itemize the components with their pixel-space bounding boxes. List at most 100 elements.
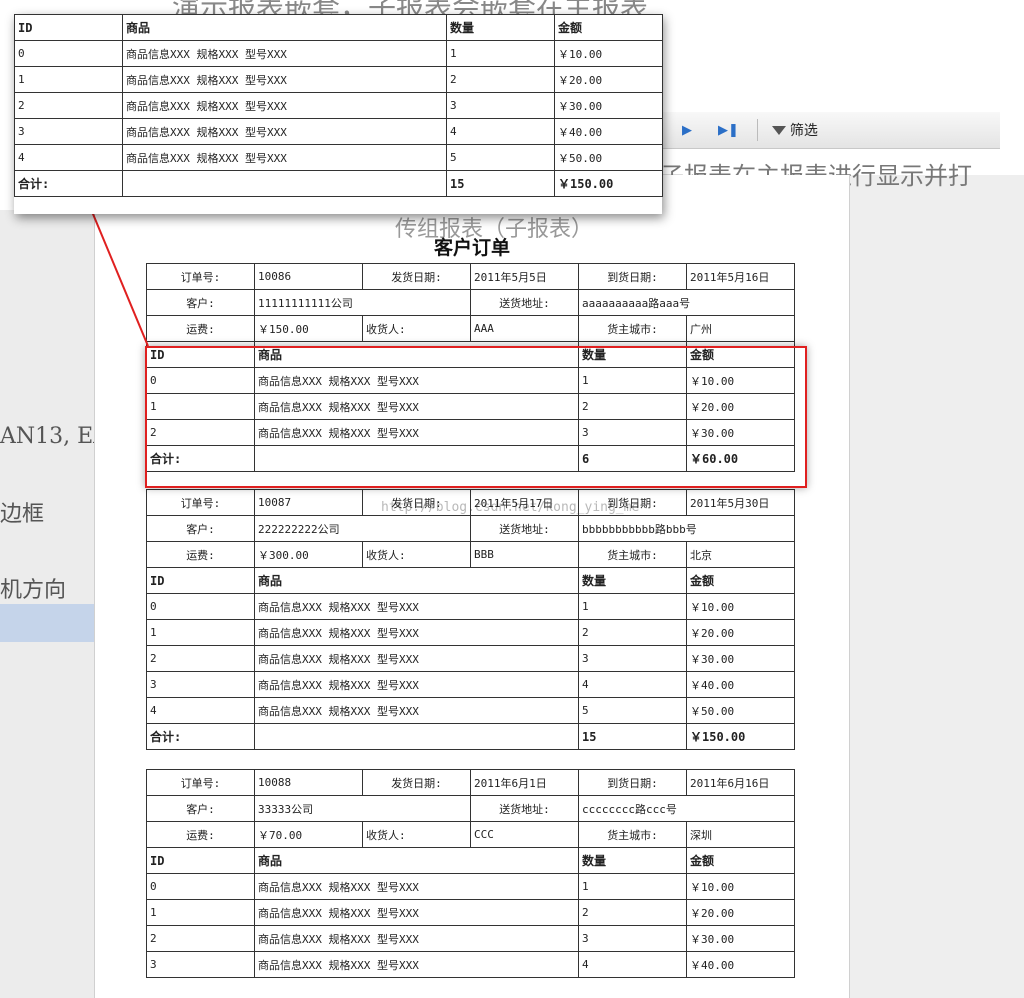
- col-id: ID: [146, 567, 255, 594]
- freight-value: ￥70.00: [254, 821, 363, 848]
- address-value: cccccccc路ccc号: [578, 795, 795, 822]
- item-qty: 2: [578, 899, 687, 926]
- item-id: 0: [146, 873, 255, 900]
- address-label: 送货地址:: [470, 289, 579, 316]
- item-amount: ￥30.00: [554, 92, 663, 119]
- item-amount: ￥50.00: [686, 697, 795, 724]
- item-amount: ￥10.00: [686, 873, 795, 900]
- item-id: 1: [146, 619, 255, 646]
- item-amount: ￥20.00: [686, 899, 795, 926]
- arrive-date-value: 2011年6月16日: [686, 769, 795, 796]
- item-row: 3 商品信息XXX 规格XXX 型号XXX 4 ￥40.00: [146, 951, 795, 978]
- next-page-icon[interactable]: ▶: [682, 123, 692, 138]
- customer-value: 33333公司: [254, 795, 471, 822]
- order-info-row: 订单号: 10087 发货日期: 2011年5月17日 到货日期: 2011年5…: [146, 489, 795, 516]
- total-row: 合计: 15 ￥150.00: [146, 723, 795, 750]
- arrive-date-label: 到货日期:: [578, 263, 687, 290]
- customer-label: 客户:: [146, 289, 255, 316]
- item-qty: 5: [446, 144, 555, 171]
- item-id: 0: [146, 593, 255, 620]
- col-id: ID: [14, 14, 123, 41]
- item-row: 2 商品信息XXX 规格XXX 型号XXX 3 ￥30.00: [146, 925, 795, 952]
- total-qty: 15: [578, 723, 687, 750]
- order-table: 订单号: 10088 发货日期: 2011年6月1日 到货日期: 2011年6月…: [146, 769, 795, 978]
- city-value: 北京: [686, 541, 795, 568]
- preview-toolbar: ▶ ▶❚ 筛选: [656, 112, 1000, 149]
- ship-date-value: 2011年5月5日: [470, 263, 579, 290]
- freight-label: 运费:: [146, 541, 255, 568]
- item-id: 2: [146, 925, 255, 952]
- arrive-date-value: 2011年5月16日: [686, 263, 795, 290]
- item-row: 1 商品信息XXX 规格XXX 型号XXX 2 ￥20.00: [146, 619, 795, 646]
- receiver-value: BBB: [470, 541, 579, 568]
- order-no-label: 订单号:: [146, 489, 255, 516]
- item-product: 商品信息XXX 规格XXX 型号XXX: [122, 92, 447, 119]
- col-amount: 金额: [686, 847, 795, 874]
- subreport-callout: ID 商品 数量 金额 0 商品信息XXX 规格XXX 型号XXX 1 ￥10.…: [14, 14, 663, 214]
- item-qty: 1: [578, 593, 687, 620]
- side-label-border: 边框: [0, 502, 45, 527]
- ship-date-label: 发货日期:: [362, 263, 471, 290]
- last-page-icon[interactable]: ▶❚: [718, 123, 739, 138]
- item-product: 商品信息XXX 规格XXX 型号XXX: [254, 671, 579, 698]
- item-row: 4 商品信息XXX 规格XXX 型号XXX 5 ￥50.00: [146, 697, 795, 724]
- side-selected-row[interactable]: [0, 604, 94, 642]
- item-row: 2 商品信息XXX 规格XXX 型号XXX 3 ￥30.00: [14, 92, 663, 119]
- freight-value: ￥300.00: [254, 541, 363, 568]
- address-value: aaaaaaaaaa路aaa号: [578, 289, 795, 316]
- item-amount: ￥20.00: [554, 66, 663, 93]
- receiver-label: 收货人:: [362, 315, 471, 342]
- ship-date-label: 发货日期:: [362, 489, 471, 516]
- subreport-highlight: [145, 346, 807, 488]
- item-product: 商品信息XXX 规格XXX 型号XXX: [122, 144, 447, 171]
- freight-value: ￥150.00: [254, 315, 363, 342]
- item-qty: 3: [446, 92, 555, 119]
- item-qty: 4: [446, 118, 555, 145]
- item-amount: ￥40.00: [686, 951, 795, 978]
- total-label: 合计:: [14, 170, 123, 197]
- item-amount: ￥40.00: [554, 118, 663, 145]
- item-header-row: ID 商品 数量 金额: [14, 14, 663, 41]
- item-header-row: ID 商品 数量 金额: [146, 847, 795, 874]
- address-label: 送货地址:: [470, 515, 579, 542]
- col-product: 商品: [122, 14, 447, 41]
- order-info-row: 运费: ￥70.00 收货人: CCC 货主城市: 深圳: [146, 821, 795, 848]
- item-header-row: ID 商品 数量 金额: [146, 567, 795, 594]
- city-label: 货主城市:: [578, 541, 687, 568]
- arrive-date-label: 到货日期:: [578, 769, 687, 796]
- city-value: 广州: [686, 315, 795, 342]
- address-label: 送货地址:: [470, 795, 579, 822]
- item-row: 3 商品信息XXX 规格XXX 型号XXX 4 ￥40.00: [14, 118, 663, 145]
- item-product: 商品信息XXX 规格XXX 型号XXX: [254, 873, 579, 900]
- total-spacer: [122, 170, 447, 197]
- order-info-row: 客户: 222222222公司 送货地址: bbbbbbbbbbb路bbb号: [146, 515, 795, 542]
- item-row: 0 商品信息XXX 规格XXX 型号XXX 1 ￥10.00: [146, 873, 795, 900]
- item-amount: ￥20.00: [686, 619, 795, 646]
- customer-value: 11111111111公司: [254, 289, 471, 316]
- item-qty: 4: [578, 951, 687, 978]
- report-title: 客户订单: [433, 237, 510, 259]
- order-no-value: 10086: [254, 263, 363, 290]
- item-row: 4 商品信息XXX 规格XXX 型号XXX 5 ￥50.00: [14, 144, 663, 171]
- item-qty: 2: [578, 619, 687, 646]
- item-id: 3: [14, 118, 123, 145]
- filter-button[interactable]: 筛选: [771, 120, 818, 140]
- receiver-value: CCC: [470, 821, 579, 848]
- item-qty: 5: [578, 697, 687, 724]
- item-id: 4: [146, 697, 255, 724]
- freight-label: 运费:: [146, 821, 255, 848]
- order-no-label: 订单号:: [146, 263, 255, 290]
- total-label: 合计:: [146, 723, 255, 750]
- item-id: 2: [146, 645, 255, 672]
- total-amount: ￥150.00: [686, 723, 795, 750]
- city-value: 深圳: [686, 821, 795, 848]
- item-product: 商品信息XXX 规格XXX 型号XXX: [122, 118, 447, 145]
- total-qty: 15: [446, 170, 555, 197]
- item-amount: ￥10.00: [554, 40, 663, 67]
- total-spacer: [254, 723, 579, 750]
- order-info-row: 运费: ￥300.00 收货人: BBB 货主城市: 北京: [146, 541, 795, 568]
- customer-value: 222222222公司: [254, 515, 471, 542]
- col-amount: 金额: [554, 14, 663, 41]
- item-id: 1: [146, 899, 255, 926]
- toolbar-separator: [756, 119, 758, 141]
